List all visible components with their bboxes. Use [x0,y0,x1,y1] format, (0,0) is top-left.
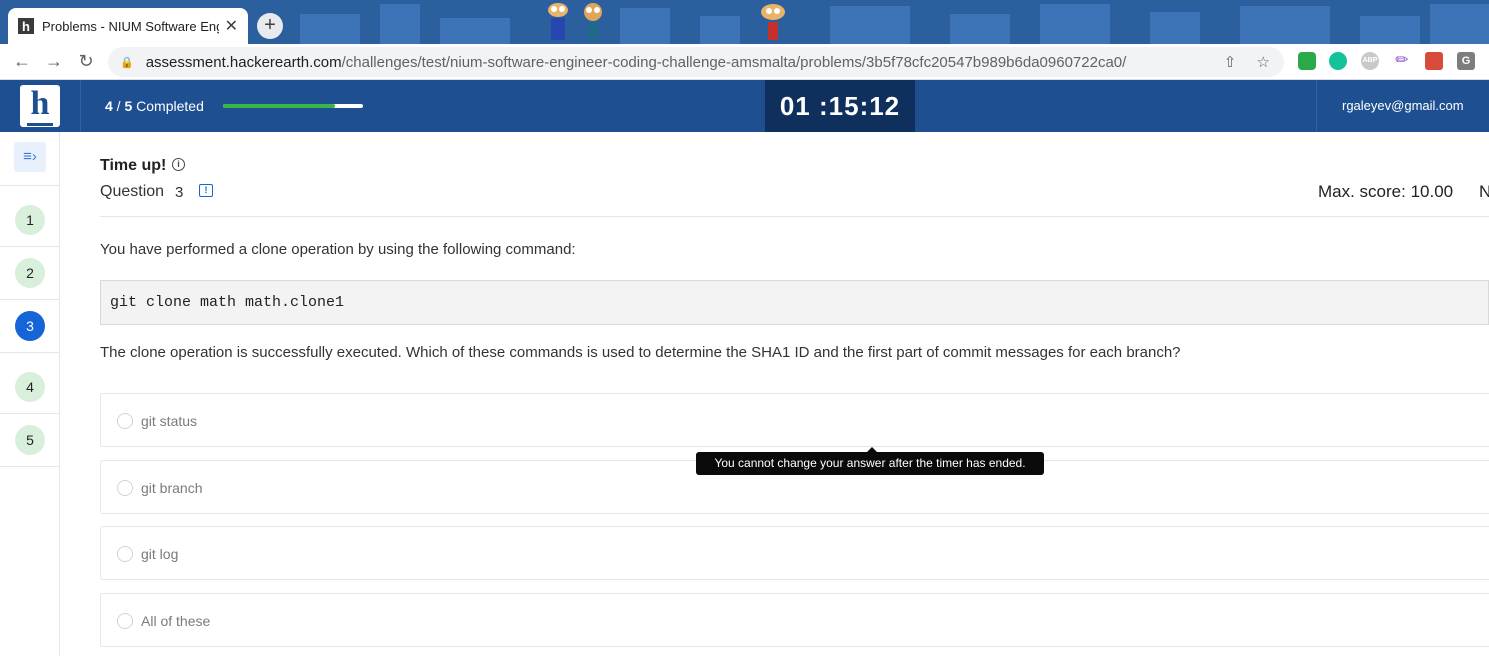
question-nav-2[interactable]: 2 [15,258,45,288]
browser-tab-active[interactable]: h Problems - NIUM Software Eng ✕ [8,8,248,44]
reload-icon[interactable]: ↻ [70,51,102,72]
back-arrow-icon[interactable]: ← [6,51,38,72]
sidebar-divider [0,185,59,186]
background-building [300,14,360,44]
progress-bar [223,104,363,108]
answer-option[interactable]: git log [100,526,1489,580]
answer-option-label: All of these [141,613,211,629]
cartoon-character [584,3,602,40]
answer-option-label: git status [141,413,198,429]
cartoon-character [548,3,568,40]
lock-icon[interactable]: 🔒 [120,56,134,69]
max-score: Max. score: 10.00 [1318,182,1454,201]
answer-option[interactable]: All of these [100,593,1489,647]
question-sidebar: ≡› 1 2 3 4 5 [0,132,60,656]
sidebar-divider [0,466,59,467]
report-flag-icon[interactable]: ! [199,184,213,197]
background-building [1240,6,1330,44]
background-building [440,18,510,44]
section-divider [100,216,1489,217]
code-snippet: git clone math math.clone1 [100,280,1489,325]
background-building [380,4,420,44]
share-icon[interactable]: ⇧ [1224,54,1237,71]
header-divider [80,80,81,132]
sidebar-divider [0,352,59,353]
background-building [1430,4,1489,44]
info-icon[interactable]: i [172,158,185,171]
progress-done: 4 [105,98,113,114]
radio-button[interactable] [117,413,133,429]
question-text: You have performed a clone operation by … [100,241,576,258]
radio-button[interactable] [117,480,133,496]
bookmark-star-icon[interactable]: ☆ [1257,54,1270,71]
question-label: Question [100,183,165,200]
background-building [700,16,740,44]
logo-underline [27,123,53,126]
browser-toolbar: ← → ↻ 🔒 assessment.hackerearth.com/chall… [0,44,1489,80]
url-path: /challenges/test/nium-software-engineer-… [341,53,1127,71]
forward-arrow-icon[interactable]: → [38,51,70,72]
progress-text: 4 / 5 Completed [105,98,204,114]
hackerearth-favicon-icon: h [18,18,34,34]
adblock-extension-icon[interactable]: ABP [1361,52,1379,70]
question-text-2: The clone operation is successfully exec… [100,344,1181,361]
answer-option-label: git branch [141,480,203,496]
app-header: h 4 / 5 Completed 01 :15:12 rgaleyev@gma… [0,80,1489,132]
color-extension-icon[interactable] [1425,52,1443,70]
close-tab-icon[interactable]: ✕ [225,16,238,36]
url-host: assessment.hackerearth.com [145,53,342,71]
extension-green-icon[interactable] [1298,52,1316,70]
expand-sidebar-icon[interactable]: ≡› [14,142,46,172]
sidebar-divider [0,246,59,247]
question-nav-4[interactable]: 4 [15,372,45,402]
background-building [620,8,670,44]
tab-title: Problems - NIUM Software Eng [42,18,219,34]
countdown-timer: 01 :15:12 [765,80,915,132]
new-tab-button[interactable]: + [257,13,283,39]
user-email[interactable]: rgaleyev@gmail.com [1316,80,1489,132]
progress-bar-fill [223,104,335,108]
background-building [950,14,1010,44]
radio-button[interactable] [117,613,133,629]
progress-label: Completed [136,98,204,114]
question-panel: Time up! i Question 3 ! Max. score: 10.0… [100,132,1489,656]
answer-option-label: git log [141,546,179,562]
radio-button[interactable] [117,546,133,562]
g-extension-icon[interactable]: G [1457,52,1475,70]
address-bar[interactable]: 🔒 assessment.hackerearth.com/challenges/… [108,47,1284,77]
progress-total: 5 [124,98,133,114]
question-nav-5[interactable]: 5 [15,425,45,455]
background-building [1150,12,1200,44]
sidebar-divider [0,299,59,300]
background-building [1360,16,1420,44]
background-building [1040,4,1110,44]
cartoon-character [761,4,785,40]
question-number: 3 [175,184,184,201]
answer-option[interactable]: git status [100,393,1489,447]
time-up-status: Time up! [100,157,167,174]
background-building [830,6,910,44]
sidebar-divider [0,413,59,414]
cutoff-text: N [1479,182,1489,201]
question-nav-1[interactable]: 1 [15,205,45,235]
timer-ended-tooltip: You cannot change your answer after the … [696,452,1044,475]
hackerearth-logo[interactable]: h [20,85,60,127]
browser-tab-strip: h Problems - NIUM Software Eng ✕ + [0,0,1489,44]
question-nav-3[interactable]: 3 [15,311,45,341]
grammarly-extension-icon[interactable] [1329,52,1347,70]
pen-extension-icon[interactable]: ✏ [1393,52,1411,70]
